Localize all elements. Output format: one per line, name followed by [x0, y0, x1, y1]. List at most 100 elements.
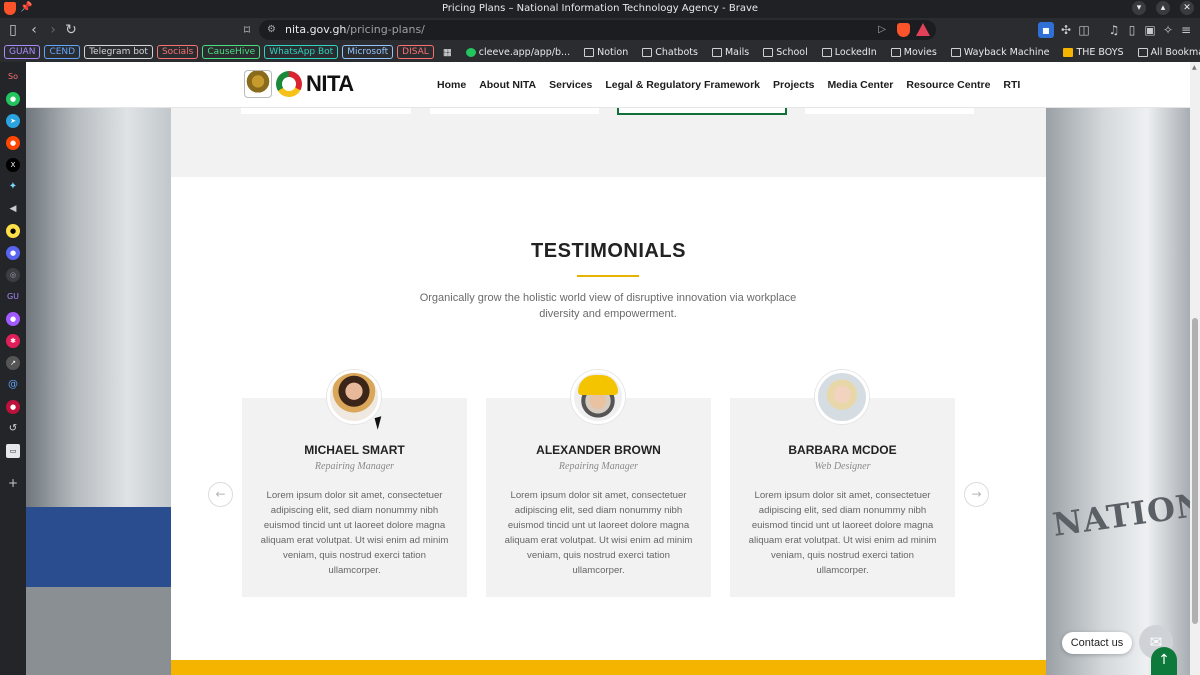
nav-about[interactable]: About NITA [479, 79, 536, 91]
brave-shields-icon[interactable] [897, 23, 910, 37]
carousel-prev-button[interactable]: ← [208, 482, 233, 507]
testimonial-name: ALEXANDER BROWN [536, 443, 661, 457]
site-logo[interactable]: NITA [244, 70, 354, 98]
bookmark-tag[interactable]: Telegram bot [84, 45, 153, 59]
page-scrollbar[interactable]: ▲ [1190, 62, 1200, 675]
scrollbar-thumb[interactable] [1192, 318, 1198, 624]
contact-us-button[interactable]: Contact us [1062, 632, 1132, 654]
testimonial-text: Lorem ipsum dolor sit amet, consectetuer… [748, 490, 937, 576]
folder-icon [763, 47, 774, 57]
apps-grid-icon[interactable]: ▦ [438, 47, 457, 58]
all-bookmarks-folder[interactable]: All Bookmarks [1133, 47, 1200, 58]
pricing-card [241, 108, 411, 114]
extension-icon[interactable]: ▪ [1038, 22, 1054, 38]
threads-icon[interactable]: ◎ [6, 268, 20, 282]
bookmark-tag[interactable]: CauseHive [202, 45, 261, 59]
wallet-icon[interactable]: ▣ [1142, 22, 1158, 38]
reload-icon[interactable]: ↻ [62, 21, 80, 39]
bookmark-folder[interactable]: Movies [886, 47, 942, 58]
logo-text: NITA [306, 71, 354, 96]
nav-legal[interactable]: Legal & Regulatory Framework [605, 79, 760, 91]
nav-home[interactable]: Home [437, 79, 466, 91]
bookmark-tag[interactable]: DISAL [397, 45, 434, 59]
music-icon[interactable]: ♫ [1106, 22, 1122, 38]
carousel-next-button[interactable]: → [964, 482, 989, 507]
gemini-icon[interactable]: ✦ [6, 180, 20, 194]
maximize-icon[interactable]: ▴ [1156, 1, 1170, 15]
scroll-to-top-button[interactable]: ↑ [1151, 647, 1177, 675]
bookmark-tag[interactable]: GUAN [4, 45, 41, 59]
testimonial-card: MICHAEL SMART Repairing Manager Lorem ip… [242, 398, 467, 597]
sidebar-toggle-icon[interactable]: ▯ [4, 21, 22, 39]
reader-icon[interactable]: ▭ [6, 444, 20, 458]
at-icon[interactable]: @ [6, 378, 20, 392]
notion-icon [584, 47, 595, 57]
testimonial-text: Lorem ipsum dolor sit amet, consectetuer… [260, 490, 449, 576]
window-titlebar: 📌 Pricing Plans – National Information T… [0, 0, 1200, 18]
leo-icon[interactable]: ✧ [1160, 22, 1176, 38]
forward-icon[interactable]: › [44, 21, 62, 39]
close-icon[interactable]: ✕ [1180, 1, 1194, 15]
site-settings-icon[interactable]: ⚙ [267, 20, 276, 40]
bookmark-item[interactable]: cleeve.app/app/b... [461, 47, 575, 58]
bookmark-tag[interactable]: Microsoft [342, 45, 394, 59]
sidebar-panel-icon[interactable]: ▯ [1124, 22, 1140, 38]
testimonials-section: TESTIMONIALS Organically grow the holist… [171, 177, 1046, 660]
bookmark-item[interactable]: Wayback Machine [946, 47, 1055, 58]
media-play-icon[interactable]: ▷ [878, 20, 886, 40]
bookmark-tag[interactable]: Socials [156, 45, 199, 59]
reddit-icon[interactable]: ● [6, 136, 20, 150]
address-bar[interactable]: ⚙ nita.gov.gh/pricing-plans/ ▷ [259, 20, 936, 40]
nav-rti[interactable]: RTI [1003, 79, 1020, 91]
sidebar-guan-label[interactable]: GU [6, 290, 20, 304]
avatar [571, 370, 625, 424]
pricing-card [430, 108, 599, 114]
add-panel-icon[interactable]: + [6, 476, 20, 490]
screenshot-icon[interactable]: ◫ [1076, 22, 1092, 38]
menu-icon[interactable]: ≡ [1178, 22, 1194, 38]
x-icon[interactable]: X [6, 158, 20, 172]
nav-projects[interactable]: Projects [773, 79, 814, 91]
app-icon[interactable]: ● [6, 400, 20, 414]
testimonial-role: Web Designer [814, 461, 871, 472]
history-icon[interactable]: ↺ [6, 422, 20, 436]
slack-icon[interactable]: ✱ [6, 334, 20, 348]
minimize-icon[interactable]: ▾ [1132, 1, 1146, 15]
building-sign-text: NATIONAL [1050, 478, 1190, 544]
nita-ring-icon [276, 71, 302, 97]
nav-media-center[interactable]: Media Center [827, 79, 893, 91]
cleeve-icon [465, 47, 476, 57]
discord-icon[interactable]: ● [6, 246, 20, 260]
bookmark-folder[interactable]: Chatbots [637, 47, 703, 58]
back-icon[interactable]: ‹ [25, 21, 43, 39]
bookmark-tag[interactable]: WhatsApp Bot [264, 45, 339, 59]
brave-rewards-icon[interactable] [916, 23, 930, 36]
site-header: NITA Home About NITA Services Legal & Re… [26, 62, 1190, 108]
testimonial-card: ALEXANDER BROWN Repairing Manager Lorem … [486, 398, 711, 597]
hard-hat-icon [578, 375, 618, 395]
folder-icon [1137, 47, 1148, 57]
bookmark-item[interactable]: Notion [579, 47, 633, 58]
whatsapp-icon[interactable]: ● [6, 92, 20, 106]
nav-services[interactable]: Services [549, 79, 592, 91]
page-viewport: NATIONAL NITA Home About NITA Services L… [26, 62, 1190, 675]
puzzle-icon[interactable]: ✣ [1058, 22, 1074, 38]
testimonial-card: BARBARA MCDOE Web Designer Lorem ipsum d… [730, 398, 955, 597]
snapchat-icon[interactable]: ● [6, 224, 20, 238]
bookmark-icon[interactable]: ⌑ [238, 21, 256, 39]
audio-icon[interactable]: ◀ [6, 202, 20, 216]
figma-icon[interactable]: ● [6, 312, 20, 326]
bookmark-folder[interactable]: Mails [707, 47, 754, 58]
bookmark-tag[interactable]: CEND [44, 45, 81, 59]
telegram-icon[interactable]: ➤ [6, 114, 20, 128]
bookmark-item[interactable]: THE BOYS [1058, 47, 1128, 58]
sidebar-socials-label[interactable]: So [6, 70, 20, 84]
scroll-up-icon[interactable]: ▲ [1192, 64, 1197, 71]
bookmark-folder[interactable]: School [758, 47, 813, 58]
section-title: TESTIMONIALS [531, 240, 686, 262]
analytics-icon[interactable]: ↗ [6, 356, 20, 370]
bookmark-folder[interactable]: LockedIn [817, 47, 882, 58]
nav-resource-centre[interactable]: Resource Centre [906, 79, 990, 91]
browser-toolbar: ▯ ‹ › ↻ ⌑ ⚙ nita.gov.gh/pricing-plans/ ▷… [0, 18, 1200, 42]
title-underline [577, 275, 639, 277]
